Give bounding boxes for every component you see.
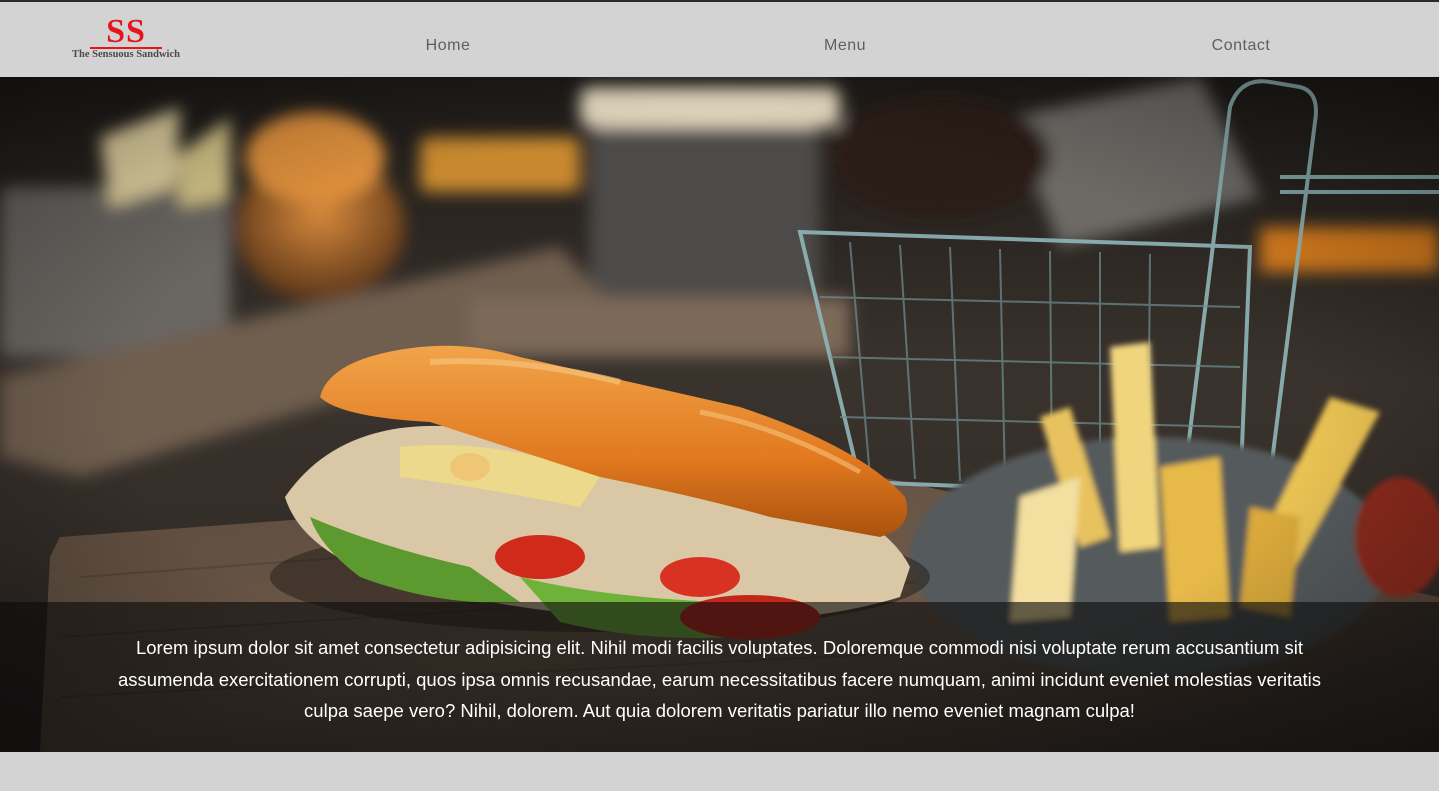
nav-link-menu[interactable]: Menu <box>824 36 866 56</box>
hero-section: Lorem ipsum dolor sit amet consectetur a… <box>0 77 1439 752</box>
page-bottom-band <box>0 752 1439 791</box>
hero-caption-text: Lorem ipsum dolor sit amet consectetur a… <box>117 637 1322 721</box>
hero-caption-overlay: Lorem ipsum dolor sit amet consectetur a… <box>0 602 1439 752</box>
nav-link-home[interactable]: Home <box>426 36 471 56</box>
logo-name: The Sensuous Sandwich <box>72 49 180 60</box>
nav-link-contact[interactable]: Contact <box>1212 36 1271 56</box>
logo-initials: SS <box>106 13 146 50</box>
brand-logo[interactable]: SS The Sensuous Sandwich <box>50 13 202 62</box>
navbar: SS The Sensuous Sandwich Home Menu Conta… <box>0 2 1439 77</box>
